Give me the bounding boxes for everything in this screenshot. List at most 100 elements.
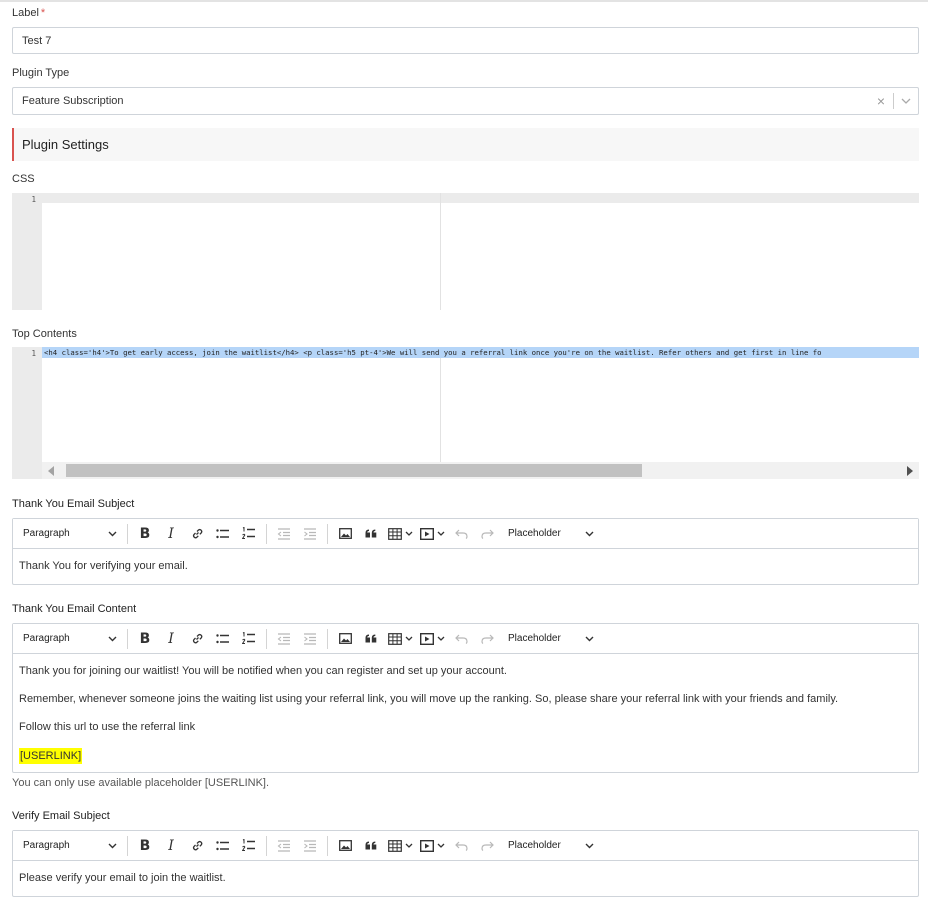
undo-icon[interactable] [448, 627, 474, 651]
print-margin [440, 193, 441, 310]
clear-icon[interactable]: × [869, 93, 893, 109]
placeholder-dropdown[interactable]: Placeholder [508, 528, 594, 539]
select-indicators: × [869, 88, 918, 114]
toolbar-separator [127, 523, 128, 544]
bold-icon[interactable]: B [132, 522, 158, 546]
placeholder-help-text: You can only use available placeholder [… [12, 777, 270, 789]
toolbar-separator [266, 523, 267, 544]
subject-text: Please verify your email to join the wai… [19, 872, 226, 884]
label-field-label: Label * [12, 7, 45, 19]
bullet-list-icon[interactable] [210, 834, 236, 858]
scrollbar-thumb[interactable] [66, 464, 642, 477]
verify-subject-label: Verify Email Subject [12, 810, 110, 822]
editor-toolbar: Paragraph B I Placeholder [13, 624, 918, 654]
chevron-down-icon [108, 843, 117, 848]
content-paragraph: Follow this url to use the referral link [19, 721, 196, 733]
block-format-value: Paragraph [23, 840, 70, 851]
media-icon[interactable] [416, 627, 448, 651]
indent-icon[interactable] [297, 627, 323, 651]
undo-icon[interactable] [448, 522, 474, 546]
table-icon[interactable] [384, 522, 416, 546]
chevron-down-icon [108, 531, 117, 536]
toolbar-separator [327, 628, 328, 649]
link-icon[interactable] [184, 522, 210, 546]
placeholder-dropdown[interactable]: Placeholder [508, 840, 594, 851]
chevron-down-icon [585, 843, 594, 848]
line-gutter [12, 193, 42, 310]
horizontal-scrollbar[interactable] [42, 462, 919, 479]
toolbar-separator [327, 835, 328, 856]
image-icon[interactable] [332, 627, 358, 651]
required-mark: * [40, 7, 46, 19]
toolbar-separator [266, 628, 267, 649]
line-number: 1 [31, 195, 36, 204]
bullet-list-icon[interactable] [210, 522, 236, 546]
css-label: CSS [12, 173, 35, 185]
numbered-list-icon[interactable] [236, 522, 262, 546]
redo-icon[interactable] [474, 522, 500, 546]
outdent-icon[interactable] [271, 627, 297, 651]
line-gutter [12, 347, 42, 479]
top-contents-code-editor[interactable]: <h4 class='h4'>To get early access, join… [12, 347, 919, 479]
line-number: 1 [31, 349, 36, 358]
block-format-select[interactable]: Paragraph [23, 840, 123, 851]
thank-you-subject-editor: Paragraph B I Placeholder Thank You for … [12, 518, 919, 585]
blockquote-icon[interactable] [358, 834, 384, 858]
placeholder-label: Placeholder [508, 528, 561, 539]
image-icon[interactable] [332, 522, 358, 546]
placeholder-label: Placeholder [508, 633, 561, 644]
css-code-editor[interactable]: 1 [12, 193, 919, 310]
blockquote-icon[interactable] [358, 522, 384, 546]
block-format-select[interactable]: Paragraph [23, 528, 123, 539]
verify-subject-editor: Paragraph B I Placeholder Please verify … [12, 830, 919, 897]
chevron-down-icon [108, 636, 117, 641]
code-line[interactable]: <h4 class='h4'>To get early access, join… [42, 347, 919, 358]
toolbar-separator [327, 523, 328, 544]
plugin-type-value: Feature Subscription [22, 95, 124, 107]
plugin-settings-header: Plugin Settings [12, 128, 919, 161]
link-icon[interactable] [184, 627, 210, 651]
numbered-list-icon[interactable] [236, 627, 262, 651]
editor-content[interactable]: Thank you for joining our waitlist! You … [13, 654, 918, 774]
indent-icon[interactable] [297, 834, 323, 858]
italic-icon[interactable]: I [158, 522, 184, 546]
numbered-list-icon[interactable] [236, 834, 262, 858]
section-title: Plugin Settings [22, 137, 109, 152]
placeholder-dropdown[interactable]: Placeholder [508, 633, 594, 644]
outdent-icon[interactable] [271, 834, 297, 858]
block-format-value: Paragraph [23, 633, 70, 644]
indent-icon[interactable] [297, 522, 323, 546]
table-icon[interactable] [384, 834, 416, 858]
media-icon[interactable] [416, 834, 448, 858]
chevron-down-icon [585, 531, 594, 536]
image-icon[interactable] [332, 834, 358, 858]
blockquote-icon[interactable] [358, 627, 384, 651]
redo-icon[interactable] [474, 627, 500, 651]
content-paragraph: Thank you for joining our waitlist! You … [19, 665, 507, 677]
bold-icon[interactable]: B [132, 834, 158, 858]
content-paragraph: Remember, whenever someone joins the wai… [19, 693, 839, 705]
link-icon[interactable] [184, 834, 210, 858]
thank-you-content-editor: Paragraph B I Placeholder Thank you for … [12, 623, 919, 773]
scroll-left-icon[interactable] [48, 466, 54, 476]
outdent-icon[interactable] [271, 522, 297, 546]
table-icon[interactable] [384, 627, 416, 651]
placeholder-label: Placeholder [508, 840, 561, 851]
bold-icon[interactable]: B [132, 627, 158, 651]
editor-content[interactable]: Thank You for verifying your email. [13, 549, 918, 583]
scroll-right-icon[interactable] [907, 466, 913, 476]
print-margin [440, 347, 441, 479]
label-text: Label [12, 7, 39, 19]
plugin-type-select[interactable]: Feature Subscription × [12, 87, 919, 115]
chevron-down-icon[interactable] [894, 98, 918, 104]
italic-icon[interactable]: I [158, 627, 184, 651]
thank-you-subject-label: Thank You Email Subject [12, 498, 135, 510]
redo-icon[interactable] [474, 834, 500, 858]
media-icon[interactable] [416, 522, 448, 546]
undo-icon[interactable] [448, 834, 474, 858]
block-format-select[interactable]: Paragraph [23, 633, 123, 644]
italic-icon[interactable]: I [158, 834, 184, 858]
bullet-list-icon[interactable] [210, 627, 236, 651]
label-input[interactable]: Test 7 [12, 27, 919, 54]
editor-content[interactable]: Please verify your email to join the wai… [13, 861, 918, 895]
